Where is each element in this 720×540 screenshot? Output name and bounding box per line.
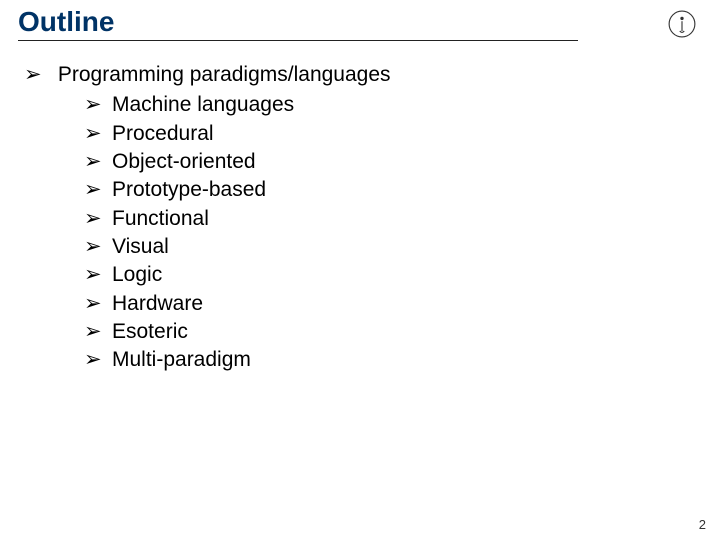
list-item: Hardware [84,290,702,318]
sub-item-text: Logic [112,263,162,286]
sub-item-text: Machine languages [112,93,294,116]
slide-title: Outline [18,6,702,40]
list-item: Multi-paradigm [84,346,702,374]
sub-item-text: Procedural [112,122,214,145]
sub-item-text: Multi-paradigm [112,348,251,371]
sub-item-text: Visual [112,235,169,258]
list-item: Functional [84,205,702,233]
list-item: Prototype-based [84,176,702,204]
page-number: 2 [699,517,706,532]
title-underline [18,40,578,41]
list-item: Esoteric [84,318,702,346]
outer-list: Programming paradigms/languages Machine … [18,61,702,375]
slide: Outline Programming paradigms/languages … [0,0,720,540]
list-item: Programming paradigms/languages Machine … [24,61,702,375]
content-area: Programming paradigms/languages Machine … [18,61,702,375]
list-item: Procedural [84,120,702,148]
inner-list: Machine languages Procedural Object-orie… [24,91,702,374]
sub-item-text: Esoteric [112,320,188,343]
sub-item-text: Object-oriented [112,150,256,173]
sub-item-text: Functional [112,207,209,230]
list-item: Object-oriented [84,148,702,176]
logo-icon [668,10,696,38]
list-item: Machine languages [84,91,702,119]
main-item-text: Programming paradigms/languages [58,63,391,86]
list-item: Logic [84,261,702,289]
list-item: Visual [84,233,702,261]
sub-item-text: Hardware [112,292,203,315]
sub-item-text: Prototype-based [112,178,266,201]
